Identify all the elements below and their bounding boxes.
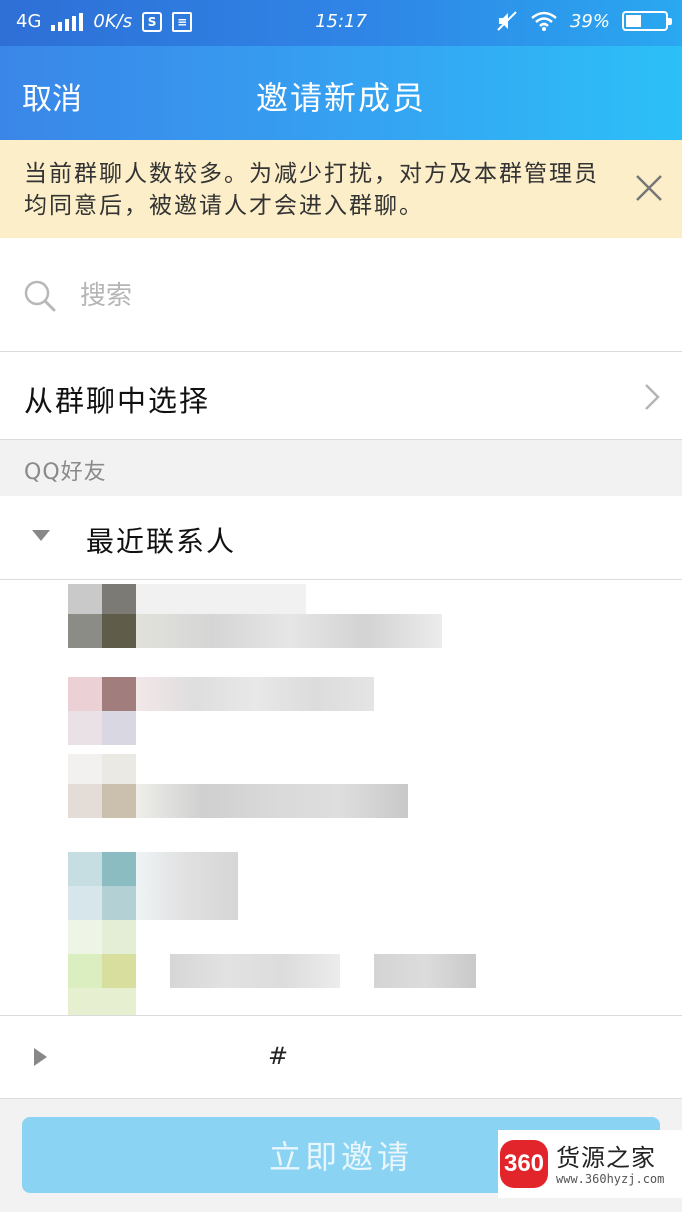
contact-list <box>0 580 682 1015</box>
avatar <box>68 754 102 788</box>
avatar <box>68 584 102 614</box>
list-item[interactable] <box>0 750 682 835</box>
search-input[interactable] <box>80 276 640 316</box>
list-item[interactable] <box>0 665 682 750</box>
site-watermark: 360 货源之家 www.360hyzj.com <box>498 1130 682 1198</box>
avatar <box>68 852 102 886</box>
select-from-group-label: 从群聊中选择 <box>24 384 211 418</box>
battery-icon <box>622 11 672 31</box>
status-right: 39% <box>496 10 672 32</box>
status-bar: 4G 0K/s S ≡ 15:17 39% <box>0 0 682 46</box>
battery-percent: 39% <box>569 10 610 32</box>
notice-banner: 当前群聊人数较多。为减少打扰，对方及本群管理员均同意后，被邀请人才会进入群聊。 <box>0 140 682 238</box>
page-title: 邀请新成员 <box>255 79 426 117</box>
group-row-hash[interactable]: # <box>0 1015 682 1099</box>
list-item[interactable] <box>0 835 682 920</box>
group-row-recent-contacts[interactable]: 最近联系人 <box>0 496 682 580</box>
watermark-url: www.360hyzj.com <box>556 1172 665 1186</box>
notice-text: 当前群聊人数较多。为减少打扰，对方及本群管理员均同意后，被邀请人才会进入群聊。 <box>24 161 599 219</box>
contact-name-redacted <box>136 852 238 920</box>
contact-name-redacted <box>136 614 442 648</box>
avatar <box>68 920 102 954</box>
contact-name-redacted <box>170 954 340 988</box>
title-bar: 取消 邀请新成员 <box>0 46 682 140</box>
avatar <box>68 677 102 711</box>
expand-right-icon <box>34 1048 47 1066</box>
section-header-qq-friends: QQ好友 <box>0 440 682 496</box>
watermark-name: 货源之家 <box>556 1144 656 1172</box>
contact-name-redacted <box>136 677 374 711</box>
list-item[interactable] <box>0 920 682 1015</box>
wifi-icon <box>531 11 557 31</box>
contact-name-redacted <box>136 784 408 818</box>
section-header-label: QQ好友 <box>24 460 107 485</box>
search-bar <box>0 238 682 352</box>
group-name: 最近联系人 <box>86 525 237 558</box>
list-item[interactable] <box>0 580 682 665</box>
watermark-logo: 360 <box>500 1140 548 1188</box>
close-icon[interactable] <box>634 173 664 203</box>
chevron-right-icon <box>645 384 660 410</box>
search-icon <box>24 280 56 312</box>
mute-icon <box>497 11 517 31</box>
group-name: # <box>268 1042 289 1070</box>
expand-down-icon <box>32 530 50 541</box>
select-from-group-row[interactable]: 从群聊中选择 <box>0 352 682 440</box>
